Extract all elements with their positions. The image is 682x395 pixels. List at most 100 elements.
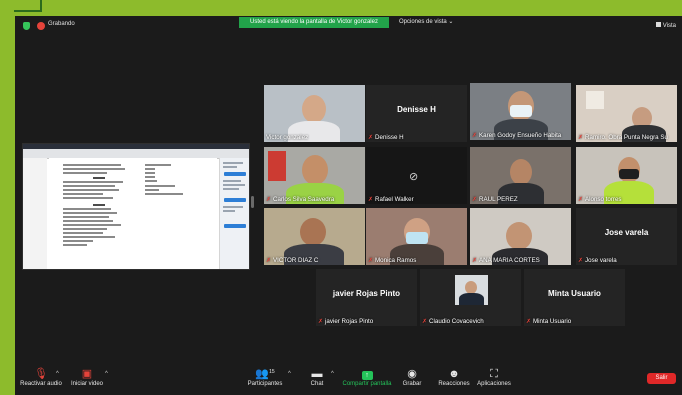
side-panel-line [223,184,245,186]
video-tile[interactable]: ✗ Claudio Covacevich [420,269,521,326]
face-mask [619,169,639,179]
muted-mic-icon: ✗ [266,258,272,264]
doc-line [63,244,87,246]
audio-options-caret[interactable]: ^ [56,371,59,377]
apps-button[interactable]: ⛶ Aplicaciones [475,367,513,387]
chat-bubble-icon: ▬ [311,368,323,380]
view-button-label: Vista [662,23,676,29]
video-off-icon: ⊘ [409,171,419,183]
grid-icon [655,22,661,27]
doc-line [145,193,183,195]
participant-name: ✗ RAUL PEREZ [472,196,518,203]
doc-line [63,240,93,242]
muted-mic-icon: ✗ [526,319,532,325]
start-video-button[interactable]: ▣ Iniciar video [67,367,107,387]
side-panel-line [223,162,243,164]
active-speaker-tile[interactable]: ✗ Karen Godoy Ensueño Habita [470,83,571,140]
video-tile[interactable]: ✗ Ramiro. Obra Punta Negra Su [576,85,677,142]
side-panel-button [224,198,246,202]
video-tile[interactable]: ✗ ANA MARIA CORTES [470,208,571,265]
view-options-menu[interactable]: Opciones de vista ⌄ [399,18,453,25]
video-tile[interactable]: Denisse H ✗ Denisse H [366,85,467,142]
video-tile[interactable]: ✗ Alonso torres [576,147,677,204]
muted-mic-icon: ✗ [472,258,478,264]
doc-line [145,176,155,178]
side-panel-line [223,210,235,212]
leave-meeting-button[interactable]: Salir [647,373,676,384]
view-options-label: Opciones de vista [399,19,447,25]
share-screen-button[interactable]: ↑ Compartir pantalla [341,367,393,387]
participants-button[interactable]: 👥15 Participantes [245,367,285,387]
view-button[interactable]: Vista [655,22,676,29]
video-tile[interactable]: Victor gonzalez [264,85,365,142]
split-view-handle[interactable] [251,196,254,208]
record-button[interactable]: ◉ Grabar [401,367,423,387]
muted-mic-icon: ✗ [368,135,374,141]
reactions-button[interactable]: ☻ Reacciones [437,367,471,387]
participant-name: ✗ Jose varela [578,257,617,264]
muted-mic-icon: ✗ [472,197,478,203]
video-tile[interactable]: ⊘ ✗ Rafael Walker [366,147,467,204]
shared-screen[interactable] [22,143,250,270]
muted-mic-icon: ✗ [578,258,584,264]
participant-placeholder-name: javier Rojas Pinto [332,289,401,298]
doc-line [63,193,103,195]
doc-line [63,236,115,238]
chat-options-caret[interactable]: ^ [331,371,334,377]
muted-mic-icon: ✗ [578,197,584,203]
recording-icon[interactable] [37,22,45,30]
doc-line [145,180,157,182]
video-tile[interactable]: Jose varela ✗ Jose varela [576,208,677,265]
reactions-icon: ☻ [448,368,460,380]
video-tile[interactable]: ✗ Carlos Silva Saavedra [264,147,365,204]
muted-mic-icon: ✗ [318,319,324,325]
muted-mic-icon: ✗ [422,319,428,325]
participant-name: ✗ VICTOR DIAZ C [266,257,319,264]
video-tile[interactable]: ✗ Monica Ramos [366,208,467,265]
doc-line [63,185,115,187]
face-mask [406,232,428,244]
participants-label: Participantes [247,381,283,387]
participants-icon: 👥15 [255,368,275,380]
security-shield-icon[interactable] [23,22,30,30]
participant-video [302,95,326,123]
participant-video [510,159,532,185]
doc-line [63,164,121,166]
participant-name: Victor gonzalez [266,134,309,141]
video-tile[interactable]: ✗ VICTOR DIAZ C [264,208,365,265]
participant-video [302,155,328,185]
participant-name: ✗ Carlos Silva Saavedra [266,196,335,203]
recording-label: Grabando [48,21,75,27]
doc-line [63,212,117,214]
participant-name: ✗ Denisse H [368,134,404,141]
shared-document-navigation [23,158,47,269]
video-tile[interactable]: Minta Usuario ✗ Minta Usuario [524,269,625,326]
shared-document-side-panel [219,158,249,269]
share-screen-icon: ↑ [341,367,393,381]
video-tile[interactable]: javier Rojas Pinto ✗ javier Rojas Pinto [316,269,417,326]
background-object [268,151,286,181]
muted-mic-icon: ✗ [472,133,478,139]
apps-label: Aplicaciones [477,381,511,387]
participant-name: ✗ Claudio Covacevich [422,318,484,325]
participant-placeholder-name: Jose varela [604,228,649,237]
participants-count: 15 [269,369,275,375]
doc-line [63,172,107,174]
side-panel-line [223,188,239,190]
participant-name: ✗ Rafael Walker [368,196,414,203]
doc-line [145,164,171,166]
chevron-down-icon: ⌄ [448,19,454,25]
unmute-button[interactable]: 🎙 Reactivar audio [19,367,63,387]
doc-line [63,224,121,226]
muted-mic-icon: ✗ [266,197,272,203]
participants-options-caret[interactable]: ^ [288,371,291,377]
muted-mic-icon: ✗ [368,258,374,264]
video-options-caret[interactable]: ^ [105,371,108,377]
sharing-banner: Usted está viendo la pantalla de Victor … [239,17,389,28]
face-mask [510,105,532,117]
chat-button[interactable]: ▬ Chat [305,367,329,387]
video-tile[interactable]: ✗ RAUL PEREZ [470,147,571,204]
participant-name: ✗ javier Rojas Pinto [318,318,374,325]
doc-line [63,208,111,210]
side-panel-button [224,224,246,228]
